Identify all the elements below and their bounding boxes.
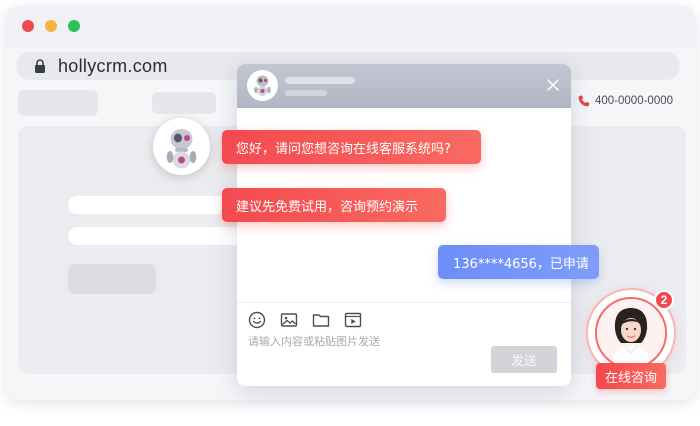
phone-icon xyxy=(578,95,590,107)
chat-divider xyxy=(237,302,571,303)
send-button[interactable]: 发送 xyxy=(491,346,557,373)
bot-avatar xyxy=(153,118,210,175)
phone-number: 400-0000-0000 xyxy=(595,95,674,107)
robot-icon xyxy=(254,75,271,96)
chat-window: 发送 xyxy=(237,64,571,386)
bot-message-bubble: 建议先免费试用，咨询预约演示 xyxy=(222,188,446,222)
minimize-window-button[interactable] xyxy=(45,20,57,32)
online-consult-button[interactable]: 在线咨询 xyxy=(596,363,666,389)
robot-icon xyxy=(166,129,197,169)
chat-header xyxy=(237,64,571,108)
header-title-placeholder xyxy=(285,77,355,84)
bot-message-bubble: 您好，请问您想咨询在线客服系统吗? xyxy=(222,130,481,164)
nav-placeholder-logo xyxy=(18,90,98,116)
user-message-text: 136****4656，已申请 xyxy=(453,256,589,272)
lock-icon xyxy=(35,59,45,73)
folder-icon[interactable] xyxy=(312,311,330,329)
user-message-bubble: 136****4656，已申请 xyxy=(438,245,599,279)
maximize-window-button[interactable] xyxy=(68,20,80,32)
bot-avatar-small xyxy=(247,70,278,101)
url-text: hollycrm.com xyxy=(58,56,168,76)
unread-count-badge: 2 xyxy=(654,290,674,310)
content-skeleton-button xyxy=(68,264,156,294)
agent-portrait-icon xyxy=(597,299,665,367)
emoji-icon[interactable] xyxy=(248,311,266,329)
bot-message-text: 建议先免费试用，咨询预约演示 xyxy=(236,199,419,215)
nav-placeholder-item xyxy=(152,92,216,114)
close-icon[interactable] xyxy=(545,77,561,93)
image-icon[interactable] xyxy=(280,311,298,329)
close-window-button[interactable] xyxy=(22,20,34,32)
browser-titlebar xyxy=(6,6,695,48)
header-subtitle-placeholder xyxy=(285,90,327,96)
message-input[interactable] xyxy=(248,333,448,349)
bot-message-text: 您好，请问您想咨询在线客服系统吗? xyxy=(236,141,451,157)
contact-phone[interactable]: 400-0000-0000 xyxy=(578,93,673,109)
agent-avatar xyxy=(595,297,667,369)
video-icon[interactable] xyxy=(344,311,362,329)
